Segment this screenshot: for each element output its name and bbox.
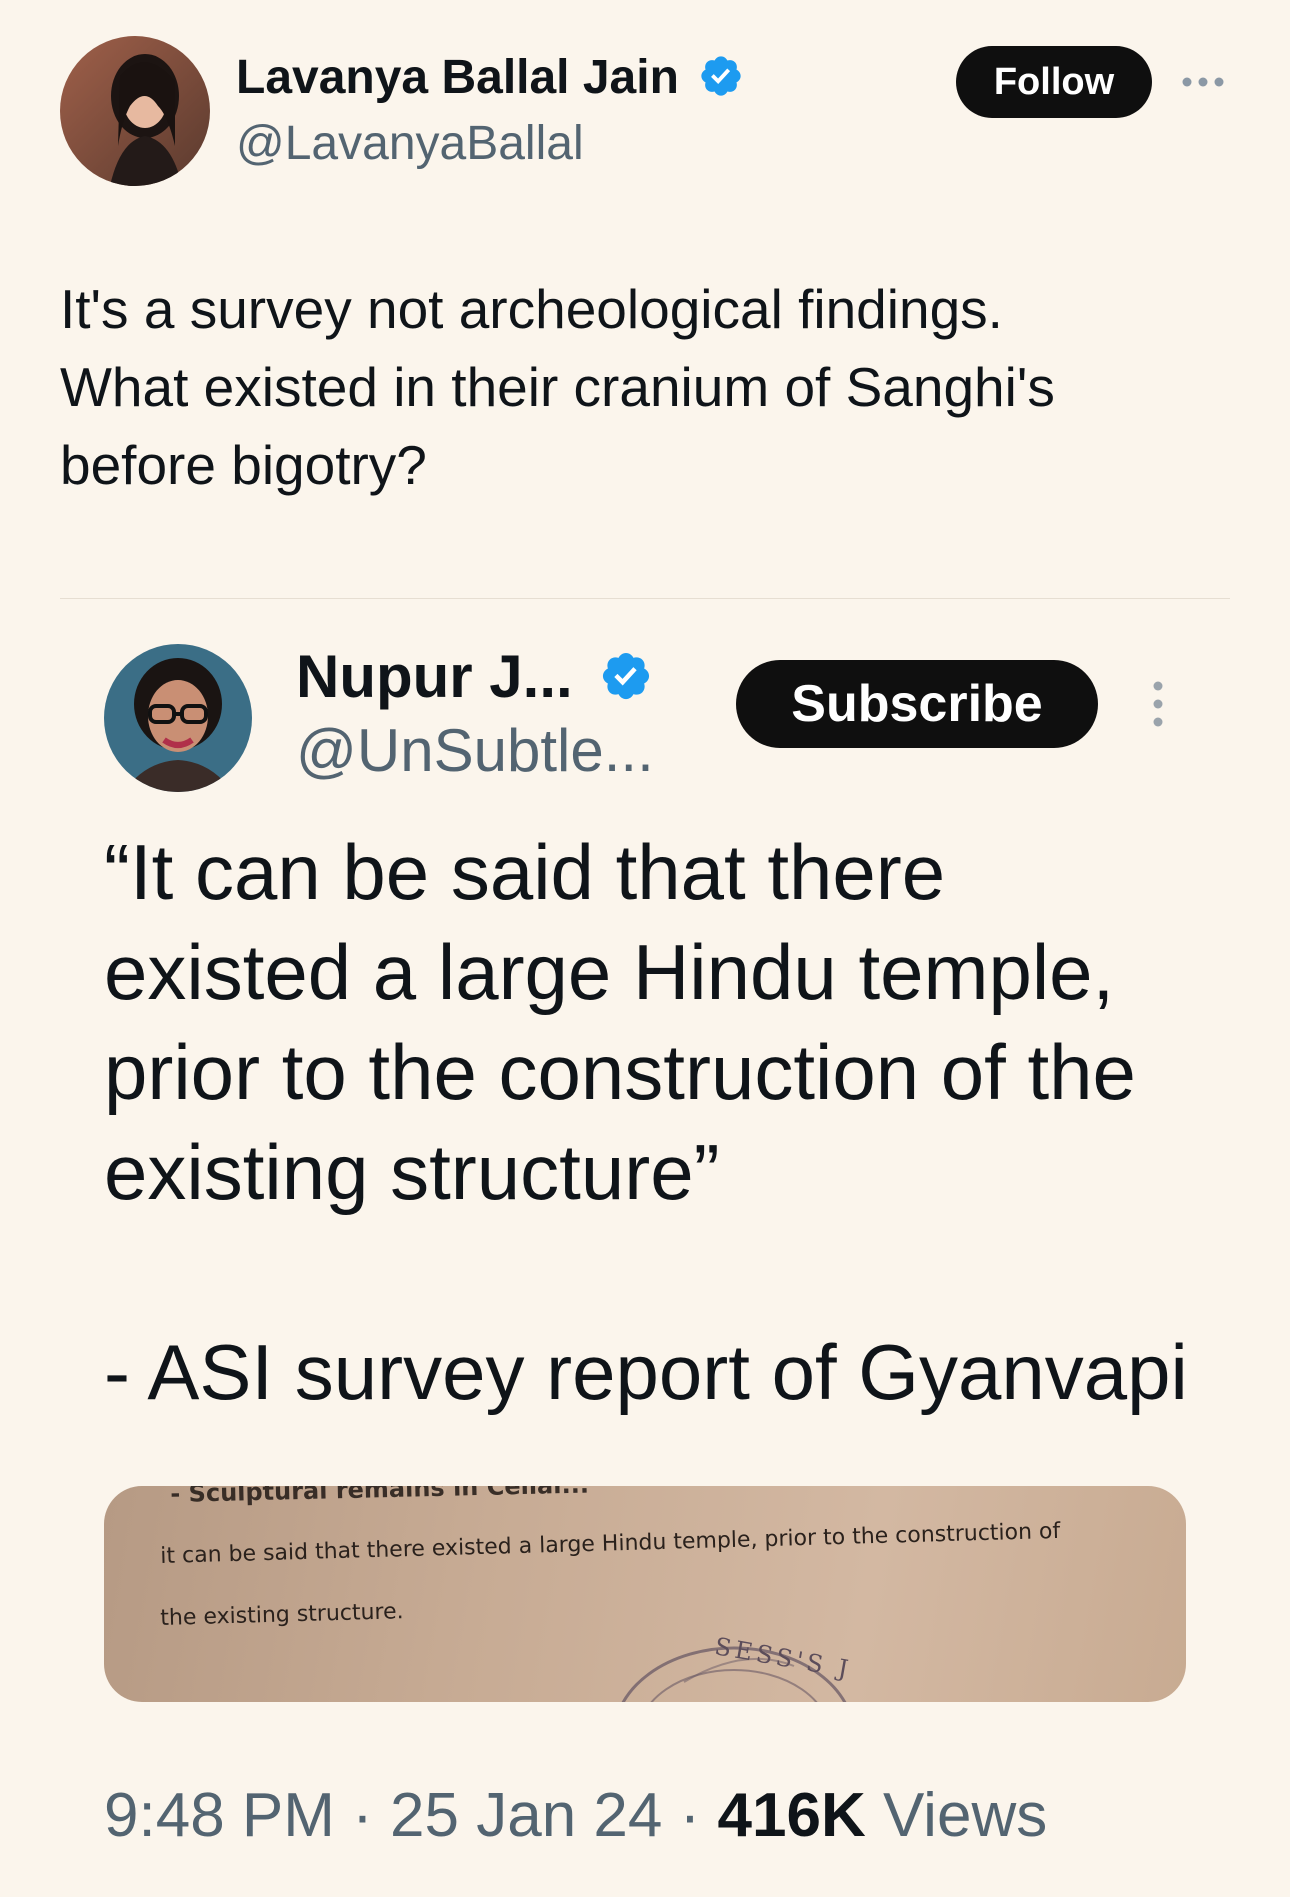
post-text: It's a survey not archeological findings… — [60, 270, 1240, 504]
attached-image[interactable]: - Sculptural remains in Cellar... it can… — [104, 1486, 1186, 1702]
author-handle[interactable]: @LavanyaBallal — [236, 116, 584, 171]
post-time[interactable]: 9:48 PM — [104, 1781, 335, 1850]
follow-button[interactable]: Follow — [956, 46, 1152, 118]
author-avatar-image — [60, 36, 210, 186]
quoted-author-avatar[interactable] — [104, 644, 252, 792]
quoted-author-name[interactable]: Nupur J... — [296, 642, 653, 711]
views-count: 416K — [717, 1781, 866, 1850]
meta-separator: · — [352, 1781, 373, 1850]
post-date[interactable]: 25 Jan 24 — [390, 1781, 662, 1850]
author-name[interactable]: Lavanya Ballal Jain — [236, 50, 744, 105]
more-horizontal-icon[interactable] — [1180, 70, 1226, 94]
quoted-author-handle[interactable]: @UnSubtle... — [296, 716, 654, 785]
image-text-line-2: the existing structure. — [160, 1599, 404, 1631]
quoted-author-name-text: Nupur J... — [296, 643, 573, 710]
author-avatar[interactable] — [60, 36, 210, 186]
quoted-text-line: existed a large Hindu temple, — [104, 928, 1115, 1016]
post-text-line: What existed in their cranium of Sanghi'… — [60, 356, 1055, 418]
quoted-post-text: “It can be said that there existed a lar… — [104, 822, 1254, 1222]
quoted-text-line: prior to the construction of the — [104, 1028, 1136, 1116]
seal-stamp: SESS'S J — [604, 1626, 864, 1702]
verified-badge-icon — [701, 56, 741, 96]
subscribe-button[interactable]: Subscribe — [736, 660, 1098, 748]
divider — [60, 598, 1230, 599]
quoted-text-line: “It can be said that there — [104, 828, 946, 916]
image-text-line-1: it can be said that there existed a larg… — [160, 1518, 1061, 1569]
views-label: Views — [882, 1781, 1048, 1850]
post-text-line: before bigotry? — [60, 434, 427, 496]
author-name-text: Lavanya Ballal Jain — [236, 51, 679, 104]
quoted-avatar-image — [104, 644, 252, 792]
quoted-text-line: existing structure” — [104, 1128, 720, 1216]
meta-separator: · — [679, 1781, 701, 1850]
post-meta: 9:48 PM · 25 Jan 24 · 416K Views — [104, 1780, 1047, 1851]
verified-badge-icon — [603, 653, 650, 700]
image-top-line: - Sculptural remains in Cellar... — [170, 1486, 590, 1508]
post-text-line: It's a survey not archeological findings… — [60, 278, 1003, 340]
more-vertical-icon[interactable] — [1146, 680, 1170, 728]
quoted-attribution: - ASI survey report of Gyanvapi — [104, 1328, 1188, 1416]
